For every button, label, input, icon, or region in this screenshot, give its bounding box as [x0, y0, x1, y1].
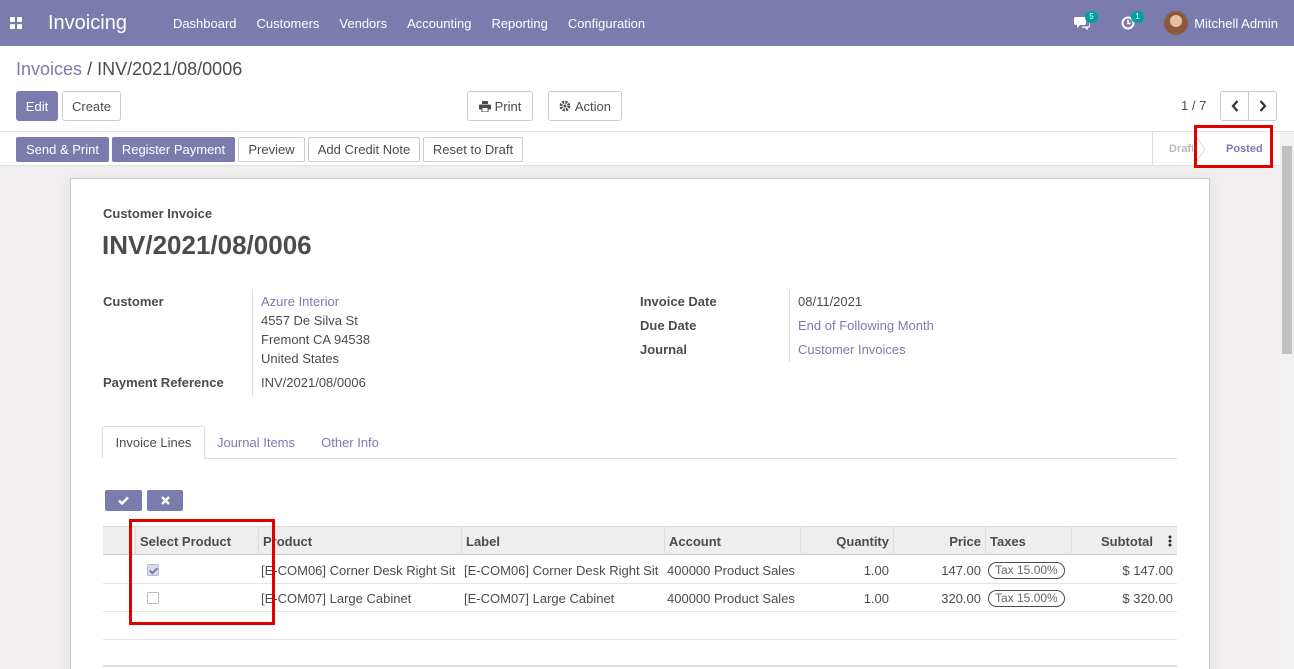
menu-reporting[interactable]: Reporting [491, 16, 547, 31]
close-icon [160, 496, 170, 505]
row-account[interactable]: 400000 Product Sales [667, 556, 800, 584]
row-subtotal: $ 147.00 [1122, 562, 1173, 578]
apps-icon [10, 17, 22, 29]
create-button[interactable]: Create [62, 91, 121, 121]
customer-link[interactable]: Azure Interior [261, 294, 339, 309]
edit-button[interactable]: Edit [16, 91, 58, 121]
status-bar: Send & Print Register Payment Preview Ad… [0, 132, 1294, 166]
row-quantity[interactable]: 1.00 [800, 584, 889, 612]
highlight-box-select-product [129, 519, 275, 625]
tab-invoice-lines[interactable]: Invoice Lines [102, 426, 205, 459]
messages-button[interactable]: 5 [1072, 11, 1098, 33]
printer-icon [478, 100, 491, 112]
row-subtotal: $ 320.00 [1122, 590, 1173, 606]
customer-label: Customer [103, 294, 164, 309]
row-taxes[interactable]: Tax 15.00% [988, 584, 1071, 612]
messages-badge: 5 [1085, 11, 1098, 23]
control-panel: Invoices / INV/2021/08/0006 Edit Create … [0, 46, 1294, 132]
pager-value[interactable]: 1 / 7 [1181, 98, 1206, 113]
column-account[interactable]: Account [664, 527, 800, 555]
menu-customers[interactable]: Customers [257, 16, 320, 31]
invoice-date-value: 08/11/2021 [798, 294, 863, 309]
reset-to-draft-button[interactable]: Reset to Draft [423, 137, 523, 162]
activities-button[interactable]: 1 [1118, 11, 1144, 33]
avatar[interactable] [1164, 11, 1189, 35]
row-price[interactable]: 320.00 [893, 584, 981, 612]
pager-previous-button[interactable] [1220, 91, 1249, 121]
print-button[interactable]: Print [467, 91, 533, 121]
chevron-left-icon [1231, 100, 1238, 112]
tab-journal-items[interactable]: Journal Items [210, 426, 302, 459]
column-price[interactable]: Price [893, 527, 985, 555]
preview-button[interactable]: Preview [238, 137, 305, 162]
payment-reference-value: INV/2021/08/0006 [261, 375, 366, 390]
check-icon [118, 496, 129, 505]
journal-label: Journal [640, 342, 687, 357]
stage-draft[interactable]: Draft [1169, 132, 1195, 166]
row-price[interactable]: 147.00 [893, 556, 981, 584]
discard-line-button[interactable] [147, 490, 183, 511]
tax-tag: Tax 15.00% [988, 561, 1065, 579]
top-navbar: Invoicing Dashboard Customers Vendors Ac… [0, 0, 1294, 46]
column-subtotal[interactable]: Subtotal [1071, 527, 1177, 555]
tab-other-info[interactable]: Other Info [310, 426, 390, 459]
action-label: Action [574, 98, 611, 114]
menu-accounting[interactable]: Accounting [407, 16, 471, 31]
activities-badge: 1 [1131, 11, 1144, 23]
row-quantity[interactable]: 1.00 [800, 556, 889, 584]
field-separator [252, 290, 253, 396]
register-payment-button[interactable]: Register Payment [112, 137, 235, 162]
invoice-type: Customer Invoice [103, 206, 213, 221]
gear-icon [559, 100, 571, 112]
scrollbar[interactable] [1280, 132, 1294, 669]
menu-configuration[interactable]: Configuration [568, 16, 645, 31]
due-date-label: Due Date [640, 318, 697, 333]
action-button[interactable]: Action [548, 91, 622, 121]
menu-vendors[interactable]: Vendors [339, 16, 387, 31]
address-line: United States [261, 351, 340, 366]
breadcrumb-current: INV/2021/08/0006 [97, 59, 243, 79]
menu-dashboard[interactable]: Dashboard [173, 16, 237, 31]
row-label[interactable]: [E-COM07] Large Cabinet [464, 584, 664, 612]
row-product[interactable]: [E-COM06] Corner Desk Right Sit [261, 556, 461, 584]
user-menu[interactable]: Mitchell Admin [1194, 16, 1278, 31]
chevron-right-icon [1259, 100, 1266, 112]
due-date-link[interactable]: End of Following Month [798, 318, 934, 333]
invoice-date-label: Invoice Date [640, 294, 717, 309]
column-taxes[interactable]: Taxes [985, 527, 1071, 555]
column-options-icon[interactable] [1168, 535, 1172, 547]
breadcrumb: Invoices / INV/2021/08/0006 [16, 59, 242, 80]
save-line-button[interactable] [105, 490, 142, 511]
pager-next-button[interactable] [1248, 91, 1277, 121]
address-line: Fremont CA 94538 [261, 332, 371, 347]
column-quantity[interactable]: Quantity [800, 527, 893, 555]
breadcrumb-invoices-link[interactable]: Invoices [16, 59, 82, 79]
scrollbar-thumb[interactable] [1282, 146, 1292, 354]
payment-reference-label: Payment Reference [103, 375, 224, 390]
field-separator [789, 290, 790, 362]
send-print-button[interactable]: Send & Print [16, 137, 109, 162]
print-label: Print [494, 98, 522, 114]
notebook-tabs: Invoice Lines Journal Items Other Info [102, 426, 1177, 459]
app-brand[interactable]: Invoicing [48, 12, 127, 35]
column-label[interactable]: Label [461, 527, 664, 555]
journal-link[interactable]: Customer Invoices [798, 342, 906, 357]
column-product[interactable]: Product [258, 527, 461, 555]
highlight-box-status [1194, 125, 1273, 168]
stage-divider [1152, 132, 1153, 166]
row-label[interactable]: [E-COM06] Corner Desk Right Sit [464, 556, 664, 584]
breadcrumb-separator: / [87, 59, 93, 79]
apps-menu-button[interactable] [0, 0, 32, 46]
table-footer-divider [103, 665, 1177, 667]
row-product[interactable]: [E-COM07] Large Cabinet [261, 584, 461, 612]
add-credit-note-button[interactable]: Add Credit Note [308, 137, 420, 162]
row-taxes[interactable]: Tax 15.00% [988, 556, 1071, 584]
address-line: 4557 De Silva St [261, 313, 358, 328]
tax-tag: Tax 15.00% [988, 589, 1065, 607]
invoice-number-title: INV/2021/08/0006 [102, 230, 312, 260]
row-account[interactable]: 400000 Product Sales [667, 584, 800, 612]
